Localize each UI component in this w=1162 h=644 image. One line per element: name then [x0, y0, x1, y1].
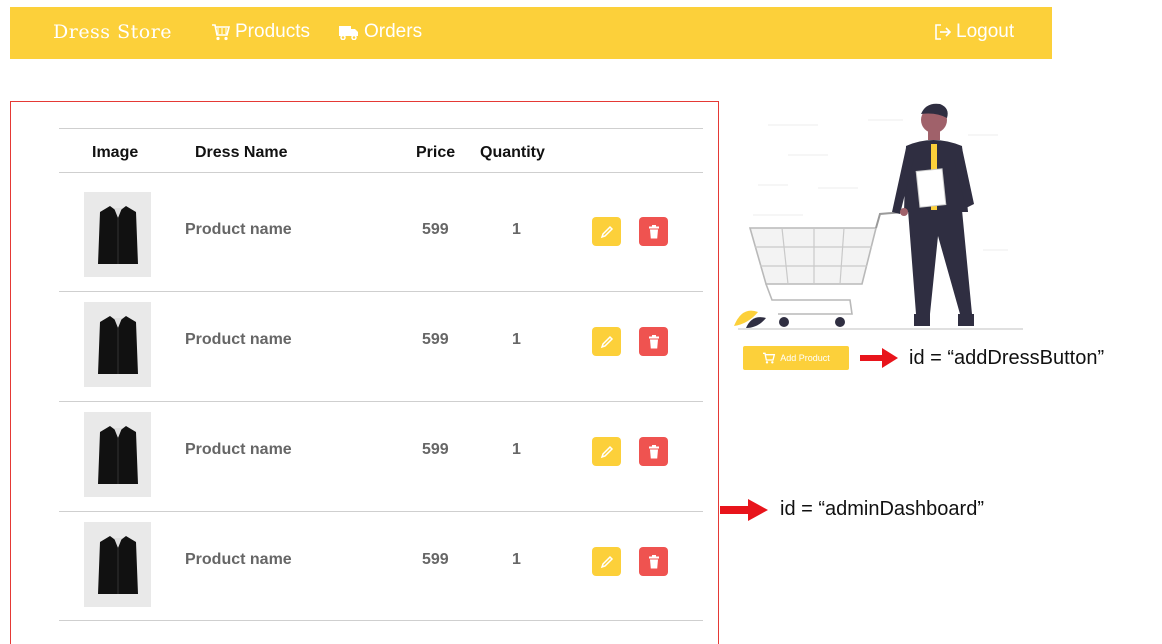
edit-button[interactable] — [592, 217, 621, 246]
delete-button[interactable] — [639, 547, 668, 576]
brand-logo[interactable]: Dress Store — [53, 21, 172, 43]
dress-thumbnail — [84, 302, 151, 387]
table-top-border — [59, 128, 703, 129]
admin-dashboard: Image Dress Name Price Quantity Product … — [10, 101, 719, 644]
dress-price: 599 — [422, 441, 449, 458]
dress-quantity: 1 — [512, 551, 521, 568]
trash-icon — [648, 554, 659, 568]
delete-button[interactable] — [639, 437, 668, 466]
nav-products-link[interactable]: Products — [211, 21, 310, 43]
truck-icon — [338, 24, 360, 40]
dress-quantity: 1 — [512, 331, 521, 348]
row-divider — [59, 620, 703, 621]
delete-button[interactable] — [639, 327, 668, 356]
logout-icon — [934, 23, 952, 41]
dashboard-id-label: id = “adminDashboard” — [780, 498, 984, 520]
dress-thumbnail — [84, 522, 151, 607]
add-product-button[interactable]: Add Product — [743, 346, 849, 370]
dress-name: Product name — [185, 221, 292, 238]
jacket-image — [97, 425, 138, 484]
dress-name: Product name — [185, 331, 292, 348]
jacket-image — [97, 315, 138, 374]
dress-price: 599 — [422, 221, 449, 238]
table-row: Product name 599 1 — [11, 502, 716, 612]
pencil-icon — [600, 335, 613, 348]
shopping-illustration — [728, 100, 1028, 340]
table-row: Product name 599 1 — [11, 172, 716, 282]
jacket-image — [97, 535, 138, 594]
nav-products-label: Products — [235, 21, 310, 42]
jacket-image — [97, 205, 138, 264]
cart-icon — [211, 23, 231, 41]
header-price: Price — [416, 144, 456, 161]
annotation-arrow — [860, 348, 898, 368]
trash-icon — [648, 334, 659, 348]
pencil-icon — [600, 445, 613, 458]
dress-thumbnail — [84, 412, 151, 497]
dress-quantity: 1 — [512, 441, 521, 458]
nav-orders-link[interactable]: Orders — [338, 21, 422, 43]
header-dress-name: Dress Name — [195, 144, 288, 161]
dress-price: 599 — [422, 331, 449, 348]
delete-button[interactable] — [639, 217, 668, 246]
navbar: Dress Store Products Orders Logout — [10, 7, 1052, 59]
dress-name: Product name — [185, 441, 292, 458]
nav-orders-label: Orders — [364, 21, 423, 42]
add-button-id-label: id = “addDressButton” — [909, 347, 1105, 369]
add-product-label: Add Product — [780, 353, 830, 363]
edit-button[interactable] — [592, 547, 621, 576]
logout-label: Logout — [956, 21, 1015, 42]
pencil-icon — [600, 555, 613, 568]
dress-quantity: 1 — [512, 221, 521, 238]
annotation-arrow — [720, 499, 768, 521]
dress-thumbnail — [84, 192, 151, 277]
edit-button[interactable] — [592, 437, 621, 466]
dress-price: 599 — [422, 551, 449, 568]
header-image: Image — [92, 144, 139, 161]
pencil-icon — [600, 225, 613, 238]
dress-name: Product name — [185, 551, 292, 568]
edit-button[interactable] — [592, 327, 621, 356]
cart-plus-icon — [763, 352, 776, 364]
table-row: Product name 599 1 — [11, 282, 716, 392]
trash-icon — [648, 444, 659, 458]
trash-icon — [648, 224, 659, 238]
table-row: Product name 599 1 — [11, 392, 716, 502]
logout-button[interactable]: Logout — [934, 21, 1014, 43]
header-quantity: Quantity — [480, 144, 545, 161]
